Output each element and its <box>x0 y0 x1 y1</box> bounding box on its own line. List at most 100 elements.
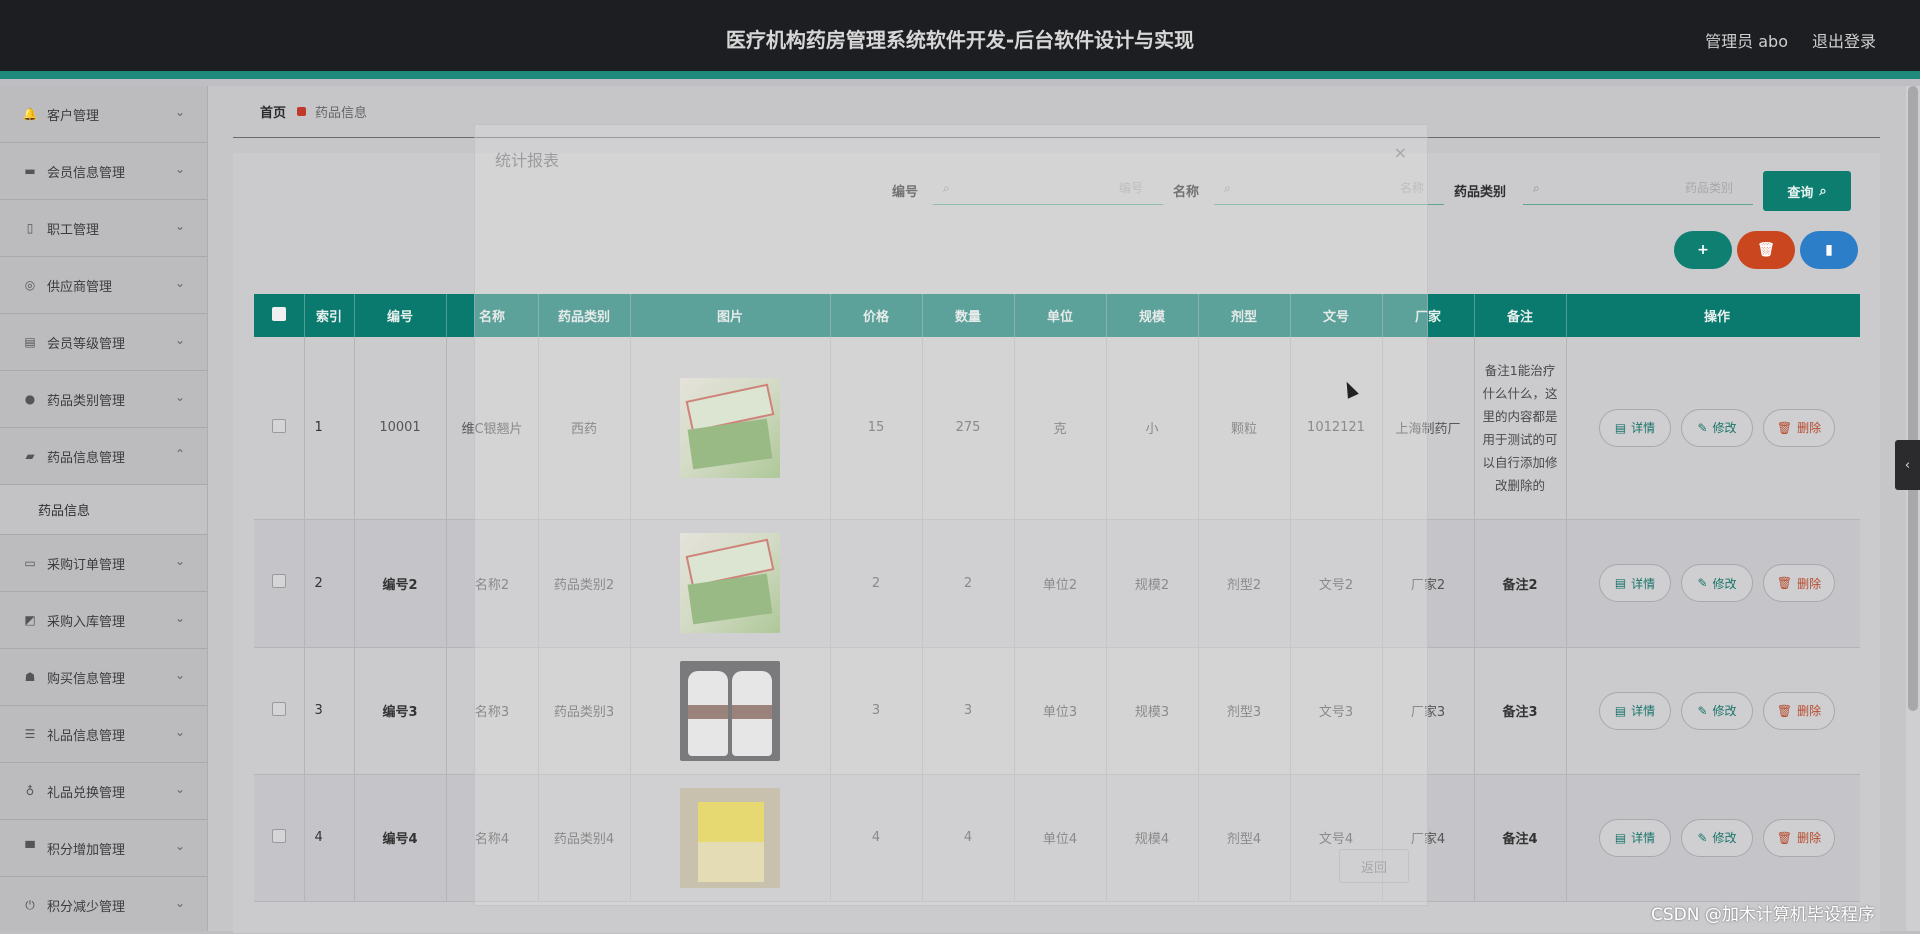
cell-remark: 备注2 <box>1474 519 1567 648</box>
edit-button[interactable]: ✎ 修改 <box>1681 818 1753 857</box>
sidebar-item-drug-info[interactable]: ▰ 药品信息管理 ⌃ <box>0 428 207 485</box>
plus-icon: + <box>1697 242 1709 258</box>
pencil-icon: ✎ <box>1697 576 1708 590</box>
sidebar-item-purchase-order[interactable]: ▭ 采购订单管理 ⌄ <box>0 535 207 592</box>
edit-button[interactable]: ✎ 修改 <box>1681 691 1753 730</box>
statistics-button[interactable]: ▮ <box>1800 231 1858 269</box>
page-scrollbar[interactable] <box>1906 86 1920 931</box>
scrollbar-thumb[interactable] <box>1908 86 1918 711</box>
dialog-title: 统计报表 <box>495 151 560 170</box>
sidebar-item-gift-exchange[interactable]: ♁ 礼品兑换管理 ⌄ <box>0 763 207 820</box>
row-checkbox[interactable] <box>254 774 305 902</box>
search-category-field[interactable]: ⌕ <box>1523 171 1753 205</box>
cell-remark: 备注3 <box>1474 647 1567 775</box>
search-category-label: 药品类别 <box>1454 185 1507 200</box>
search-icon: ⌕ <box>1819 183 1827 199</box>
delete-label: 删除 <box>1797 421 1822 436</box>
cell-index: 2 <box>304 519 355 648</box>
delete-label: 删除 <box>1797 576 1822 591</box>
trash-icon: 🗑 <box>1776 703 1793 718</box>
document-icon: ▤ <box>1614 703 1627 718</box>
sidebar-item-customer[interactable]: 🔔 客户管理 ⌄ <box>0 86 207 143</box>
sidebar-item-points-reduce[interactable]: ⏻ 积分减少管理 ⌄ <box>0 877 207 931</box>
sidebar-item-supplier[interactable]: ◎ 供应商管理 ⌄ <box>0 257 207 314</box>
sidebar-item-label: 采购入库管理 <box>47 614 126 630</box>
ticket-icon: ▰ <box>25 449 35 463</box>
cell-index: 4 <box>304 774 355 902</box>
cell-remark: 备注1能治疗什么什么，这里的内容都是用于测试的可以自行添加修改删除的 <box>1474 337 1567 520</box>
edit-button[interactable]: ✎ 修改 <box>1681 564 1753 602</box>
trash-icon: 🗑 <box>1757 242 1775 258</box>
column-header: 索引 <box>304 294 355 337</box>
cell-actions: ▤ 详情 ✎ 修改 🗑 删除 <box>1566 774 1860 902</box>
edit-label: 修改 <box>1712 831 1737 845</box>
batch-delete-button[interactable]: 🗑 <box>1737 231 1795 269</box>
detail-button[interactable]: ▤ 详情 <box>1599 818 1671 857</box>
search-category-input[interactable] <box>1547 179 1753 196</box>
document-icon: ▤ <box>1614 576 1627 590</box>
delete-button[interactable]: 🗑 删除 <box>1763 818 1835 857</box>
chart-icon: ◩ <box>24 613 36 627</box>
delete-button[interactable]: 🗑 删除 <box>1763 408 1835 447</box>
row-checkbox[interactable] <box>254 519 305 648</box>
chevron-down-icon: ⌄ <box>174 668 185 682</box>
user-icon: ☗ <box>24 670 36 684</box>
delete-button[interactable]: 🗑 删除 <box>1763 691 1835 730</box>
pencil-icon: ✎ <box>1697 830 1708 845</box>
sidebar-item-label: 供应商管理 <box>47 279 113 295</box>
select-all-checkbox[interactable] <box>254 294 305 337</box>
sidebar-item-purchase-stock[interactable]: ◩ 采购入库管理 ⌄ <box>0 592 207 649</box>
bar-chart-icon: ▮ <box>1825 242 1833 258</box>
delete-button[interactable]: 🗑 删除 <box>1763 564 1835 602</box>
logout-link[interactable]: 退出登录 <box>1812 28 1876 52</box>
edit-label: 修改 <box>1712 421 1737 436</box>
edit-label: 修改 <box>1712 704 1737 718</box>
hammer-icon: ▀ <box>25 841 35 855</box>
sidebar-item-points-add[interactable]: ▀ 积分增加管理 ⌄ <box>0 820 207 877</box>
cell-actions: ▤ 详情 ✎ 修改 🗑 删除 <box>1566 519 1860 648</box>
sidebar-subitem-drug-info[interactable]: 药品信息 <box>0 485 207 535</box>
sidebar-item-member-level[interactable]: ▤ 会员等级管理 ⌄ <box>0 314 207 371</box>
chevron-down-icon: ⌄ <box>174 611 185 625</box>
detail-button[interactable]: ▤ 详情 <box>1599 564 1671 602</box>
watermark: CSDN @加木计算机毕设程序 <box>1651 905 1875 925</box>
breadcrumb-home[interactable]: 首页 <box>260 102 286 121</box>
sidebar-item-gift-info[interactable]: ☰ 礼品信息管理 ⌄ <box>0 706 207 763</box>
trash-icon: 🗑 <box>1776 420 1793 435</box>
query-button[interactable]: 查询 ⌕ <box>1763 171 1851 211</box>
edit-button[interactable]: ✎ 修改 <box>1681 408 1753 447</box>
sidebar-item-label: 会员信息管理 <box>47 165 126 181</box>
sidebar-item-staff[interactable]: ▯ 职工管理 ⌄ <box>0 200 207 257</box>
bulb-icon: ● <box>24 392 36 406</box>
breadcrumb-current: 药品信息 <box>315 106 368 121</box>
chevron-down-icon: ⌄ <box>174 276 185 290</box>
clipboard-icon: ▤ <box>24 335 36 349</box>
edit-label: 修改 <box>1712 576 1737 591</box>
detail-label: 详情 <box>1631 831 1656 845</box>
sidebar-item-drug-category[interactable]: ● 药品类别管理 ⌄ <box>0 371 207 428</box>
admin-user-label[interactable]: 管理员 abo <box>1705 28 1788 52</box>
detail-label: 详情 <box>1631 421 1656 436</box>
chevron-down-icon: ⌄ <box>174 554 185 568</box>
cell-code: 10001 <box>354 337 447 520</box>
cell-index: 1 <box>304 337 355 520</box>
row-checkbox[interactable] <box>254 647 305 775</box>
chevron-down-icon: ⌄ <box>174 839 185 853</box>
sidebar-item-member-info[interactable]: ▬ 会员信息管理 ⌄ <box>0 143 207 200</box>
back-button[interactable]: 返回 <box>1339 849 1409 883</box>
cell-code: 编号3 <box>354 647 447 775</box>
mic-icon: ♁ <box>25 784 35 798</box>
detail-button[interactable]: ▤ 详情 <box>1599 691 1671 730</box>
cell-actions: ▤ 详情 ✎ 修改 🗑 删除 <box>1566 337 1860 520</box>
close-icon[interactable]: × <box>1394 143 1407 162</box>
sidebar-item-purchase-info[interactable]: ☗ 购买信息管理 ⌄ <box>0 649 207 706</box>
detail-button[interactable]: ▤ 详情 <box>1599 408 1671 447</box>
row-checkbox[interactable] <box>254 337 305 520</box>
trash-icon: 🗑 <box>1776 576 1793 590</box>
sidebar-item-label: 积分减少管理 <box>47 899 126 915</box>
pencil-icon: ✎ <box>1697 420 1708 435</box>
bell-icon: 🔔 <box>22 107 38 121</box>
add-button[interactable]: + <box>1674 231 1732 269</box>
sliders-icon: ☰ <box>24 727 36 741</box>
chevron-left-icon[interactable]: ‹ <box>1895 440 1920 490</box>
